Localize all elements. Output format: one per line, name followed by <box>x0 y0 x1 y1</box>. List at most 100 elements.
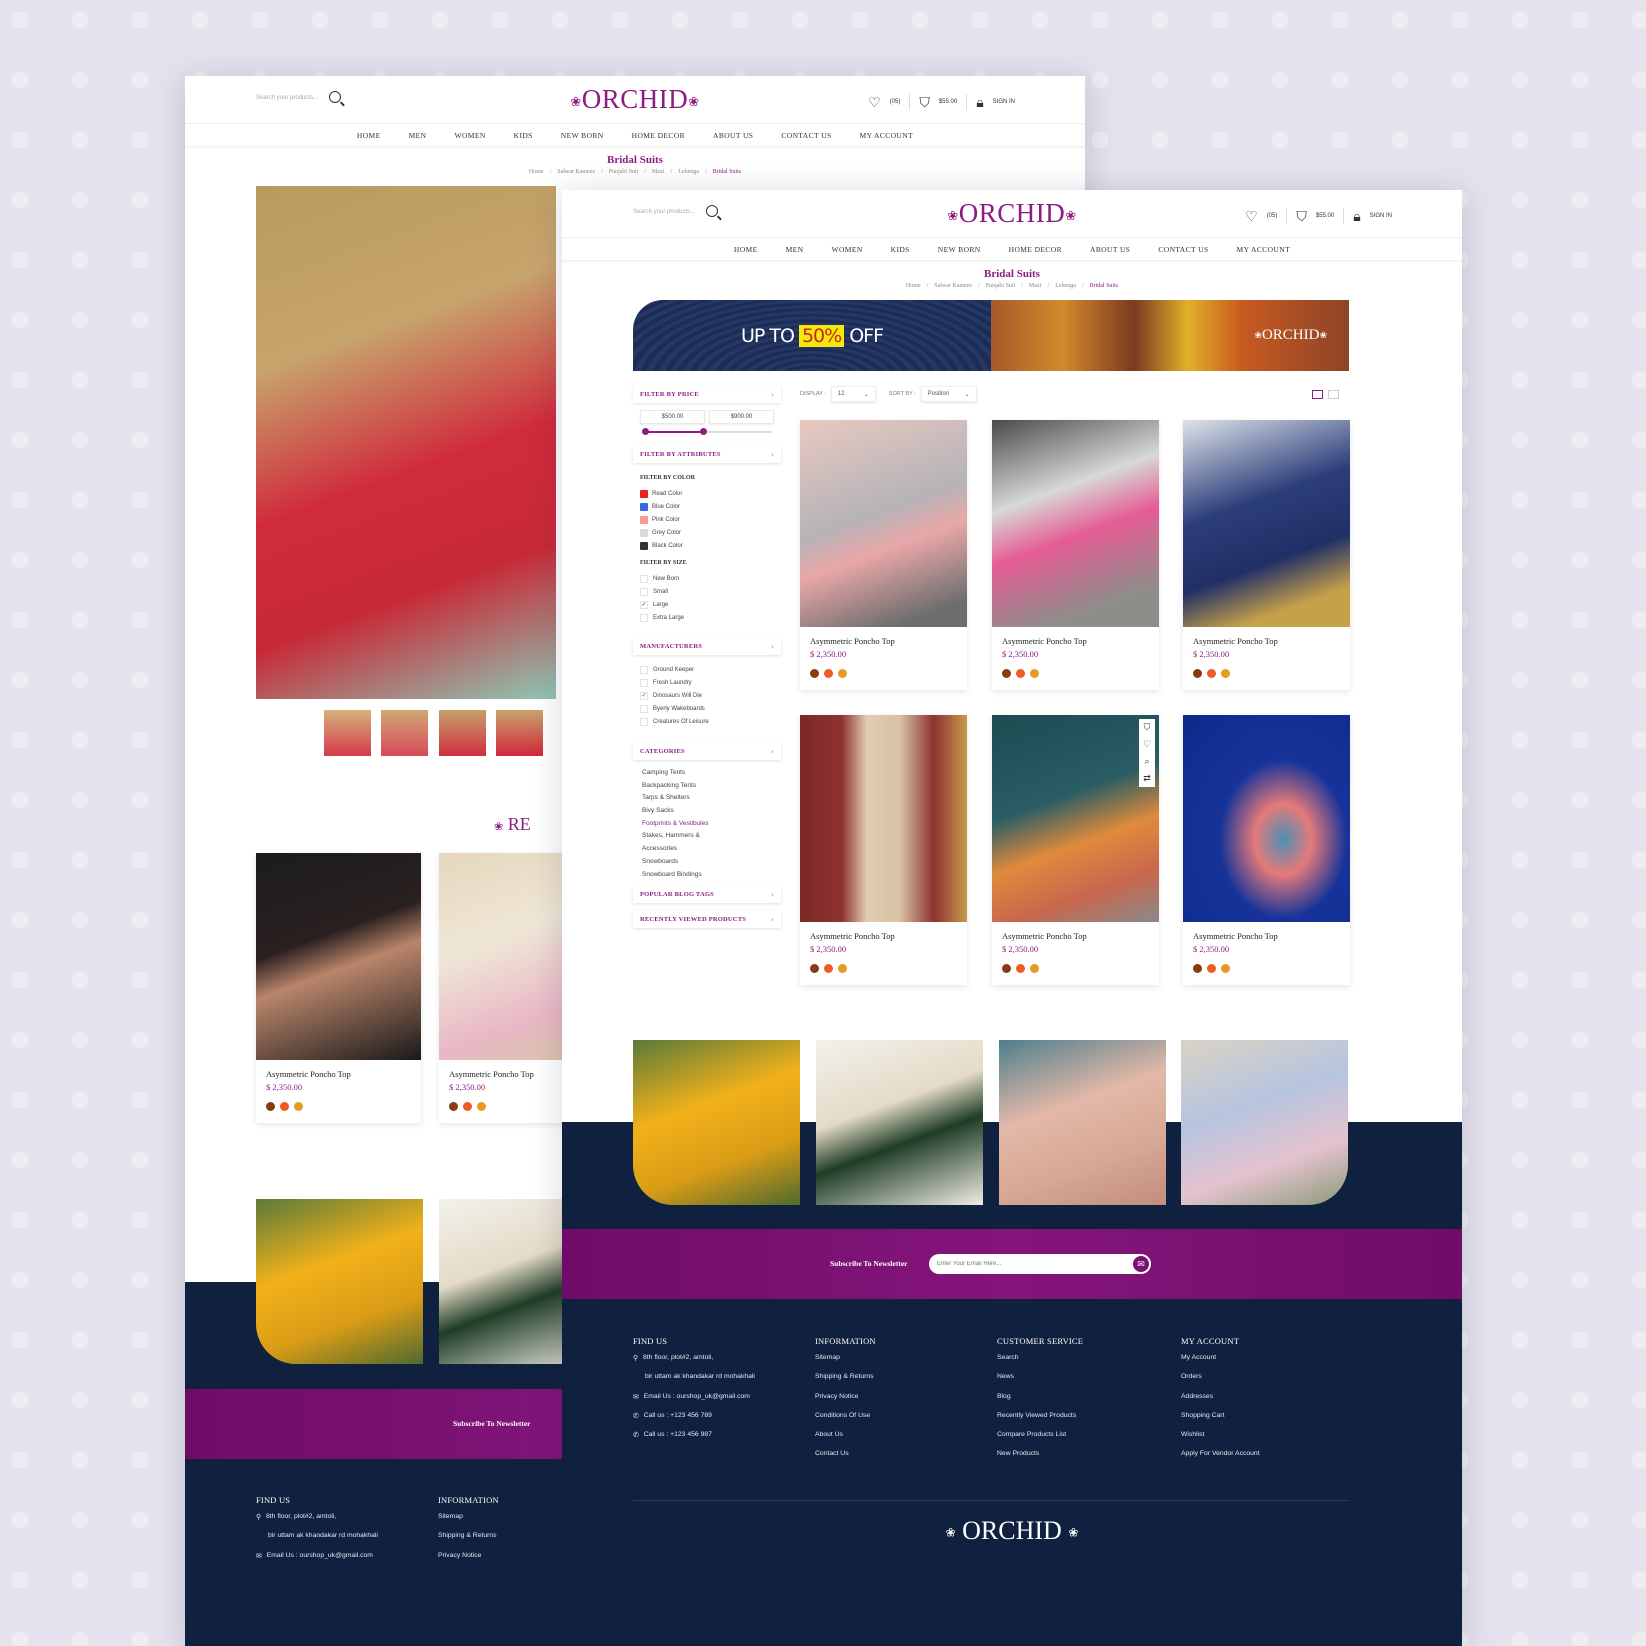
checkbox[interactable]: ✓ <box>640 691 648 700</box>
checkbox[interactable] <box>640 665 648 674</box>
footer-link[interactable]: Wishlist <box>1181 1431 1260 1450</box>
nav-item[interactable]: KIDS <box>891 245 910 260</box>
swatch[interactable] <box>824 964 833 973</box>
nav-item[interactable]: HOME <box>357 131 381 146</box>
color-filter-option[interactable]: Read Color <box>640 487 774 500</box>
checkbox[interactable] <box>640 613 648 622</box>
display-select[interactable]: 12 ⌄ <box>830 386 876 402</box>
product-name[interactable]: Asymmetric Poncho Top <box>449 1069 534 1079</box>
category-link[interactable]: Snowboard Bindings <box>642 869 774 882</box>
bag-icon[interactable]: ⛉ <box>919 95 930 109</box>
size-filter-option[interactable]: New Born <box>640 572 774 585</box>
price-min-input[interactable]: $500.00 <box>640 410 705 424</box>
product-image[interactable] <box>800 715 967 922</box>
swatch[interactable] <box>838 964 847 973</box>
gallery-image[interactable] <box>999 1040 1166 1205</box>
product-name[interactable]: Asymmetric Poncho Top <box>1002 931 1087 941</box>
nav-item[interactable]: ABOUT US <box>1090 245 1130 260</box>
size-filter-option[interactable]: Extra Large <box>640 611 774 624</box>
footer-link[interactable]: Shipping & Returns <box>438 1532 499 1551</box>
swatch[interactable] <box>449 1102 458 1111</box>
nav-item[interactable]: MY ACCOUNT <box>860 131 914 146</box>
size-filter-option[interactable]: ✓ Large <box>640 598 774 611</box>
checkbox[interactable] <box>640 678 648 687</box>
footer-link[interactable]: Shopping Cart <box>1181 1412 1260 1431</box>
category-link[interactable]: Snowboards <box>642 856 774 869</box>
price-max-input[interactable]: $900.00 <box>709 410 774 424</box>
product-card[interactable]: Asymmetric Poncho Top $ 2,350.00 <box>1183 715 1350 985</box>
sign-in-link[interactable]: SIGN IN <box>993 99 1015 105</box>
footer-link[interactable]: Recently Viewed Products <box>997 1412 1083 1431</box>
shuffle-icon[interactable]: ⇄ <box>1143 773 1151 784</box>
swatch[interactable] <box>810 964 819 973</box>
sign-in-link[interactable]: SIGN IN <box>1370 213 1392 219</box>
nav-item[interactable]: MEN <box>409 131 427 146</box>
checkbox[interactable] <box>640 704 648 713</box>
breadcrumb-link[interactable]: Salwar Kameez <box>557 169 595 175</box>
swatch[interactable] <box>1207 669 1216 678</box>
newsletter-submit-button[interactable]: ✉ <box>1132 1255 1150 1273</box>
swatch[interactable] <box>1016 964 1025 973</box>
manufacturer-filter-option[interactable]: Byerly Wakeboards <box>640 702 774 715</box>
swatch[interactable] <box>810 669 819 678</box>
heart-icon[interactable]: ♡ <box>1245 209 1258 223</box>
product-card[interactable]: Asymmetric Poncho Top $ 2,350.00 <box>992 420 1159 690</box>
gallery-image[interactable] <box>1181 1040 1348 1205</box>
color-filter-option[interactable]: Pink Color <box>640 513 774 526</box>
breadcrumb-link[interactable]: Lehenga <box>1055 283 1076 289</box>
manufacturer-filter-option[interactable]: Creatures Of Leisure <box>640 715 774 728</box>
price-range-slider[interactable] <box>640 426 774 438</box>
nav-item[interactable]: HOME <box>734 245 758 260</box>
product-image[interactable] <box>800 420 967 627</box>
swatch[interactable] <box>280 1102 289 1111</box>
swatch[interactable] <box>266 1102 275 1111</box>
product-card[interactable]: Asymmetric Poncho Top $ 2,350.00 <box>800 420 967 690</box>
breadcrumb-link[interactable]: Punjabi Suit <box>609 169 639 175</box>
color-filter-option[interactable]: Black Color <box>640 539 774 552</box>
product-thumbnail[interactable] <box>324 710 371 756</box>
swatch[interactable] <box>824 669 833 678</box>
footer-link[interactable]: Privacy Notice <box>438 1552 499 1571</box>
categories-header[interactable]: CATEGORIES › <box>633 742 781 760</box>
product-image[interactable] <box>992 420 1159 627</box>
category-link[interactable]: Footprints & Vestibules <box>642 818 774 831</box>
footer-link[interactable]: Blog <box>997 1393 1083 1412</box>
recently-viewed-header[interactable]: RECENTLY VIEWED PRODUCTS › <box>633 910 781 929</box>
nav-item[interactable]: CONTACT US <box>1158 245 1208 260</box>
filter-price-header[interactable]: FILTER BY PRICE › <box>633 385 781 403</box>
checkbox[interactable]: ✓ <box>640 600 648 609</box>
category-link[interactable]: Stakes, Hammers & <box>642 830 774 843</box>
footer-link[interactable]: About Us <box>815 1431 876 1450</box>
product-name[interactable]: Asymmetric Poncho Top <box>1193 636 1278 646</box>
newsletter-email-input[interactable] <box>929 1254 1151 1274</box>
footer-link[interactable]: New Products <box>997 1450 1083 1469</box>
checkbox[interactable] <box>640 717 648 726</box>
swatch[interactable] <box>477 1102 486 1111</box>
breadcrumb-link[interactable]: Punjabi Suit <box>986 283 1016 289</box>
checkbox[interactable] <box>640 574 648 583</box>
footer-link[interactable]: Contact Us <box>815 1450 876 1469</box>
nav-item[interactable]: MY ACCOUNT <box>1237 245 1291 260</box>
footer-link[interactable]: News <box>997 1373 1083 1392</box>
footer-link[interactable]: Orders <box>1181 1373 1260 1392</box>
manufacturers-header[interactable]: MANUFACTURERS › <box>633 637 781 655</box>
filter-attributes-header[interactable]: FILTER BY ATTRIBUTES › <box>633 445 781 463</box>
product-card[interactable]: Asymmetric Poncho Top $ 2,350.00 <box>1183 420 1350 690</box>
product-name[interactable]: Asymmetric Poncho Top <box>810 931 895 941</box>
breadcrumb-link[interactable]: Maxi <box>652 169 665 175</box>
product-card[interactable]: Asymmetric Poncho Top $ 2,350.00 <box>256 853 421 1123</box>
breadcrumb-link[interactable]: Lehenga <box>678 169 699 175</box>
category-link[interactable]: Bivy Sacks <box>642 805 774 818</box>
footer-link[interactable]: Compare Products List <box>997 1431 1083 1450</box>
category-link[interactable]: Backpacking Tents <box>642 780 774 793</box>
size-filter-option[interactable]: Small <box>640 585 774 598</box>
swatch[interactable] <box>1221 964 1230 973</box>
footer-link[interactable]: Conditions Of Use <box>815 1412 876 1431</box>
category-link[interactable]: Tarps & Shelters <box>642 792 774 805</box>
swatch[interactable] <box>1002 669 1011 678</box>
product-name[interactable]: Asymmetric Poncho Top <box>266 1069 351 1079</box>
swatch[interactable] <box>1030 964 1039 973</box>
product-image[interactable] <box>1183 420 1350 627</box>
swatch[interactable] <box>1030 669 1039 678</box>
footer-link[interactable]: Shipping & Returns <box>815 1373 876 1392</box>
